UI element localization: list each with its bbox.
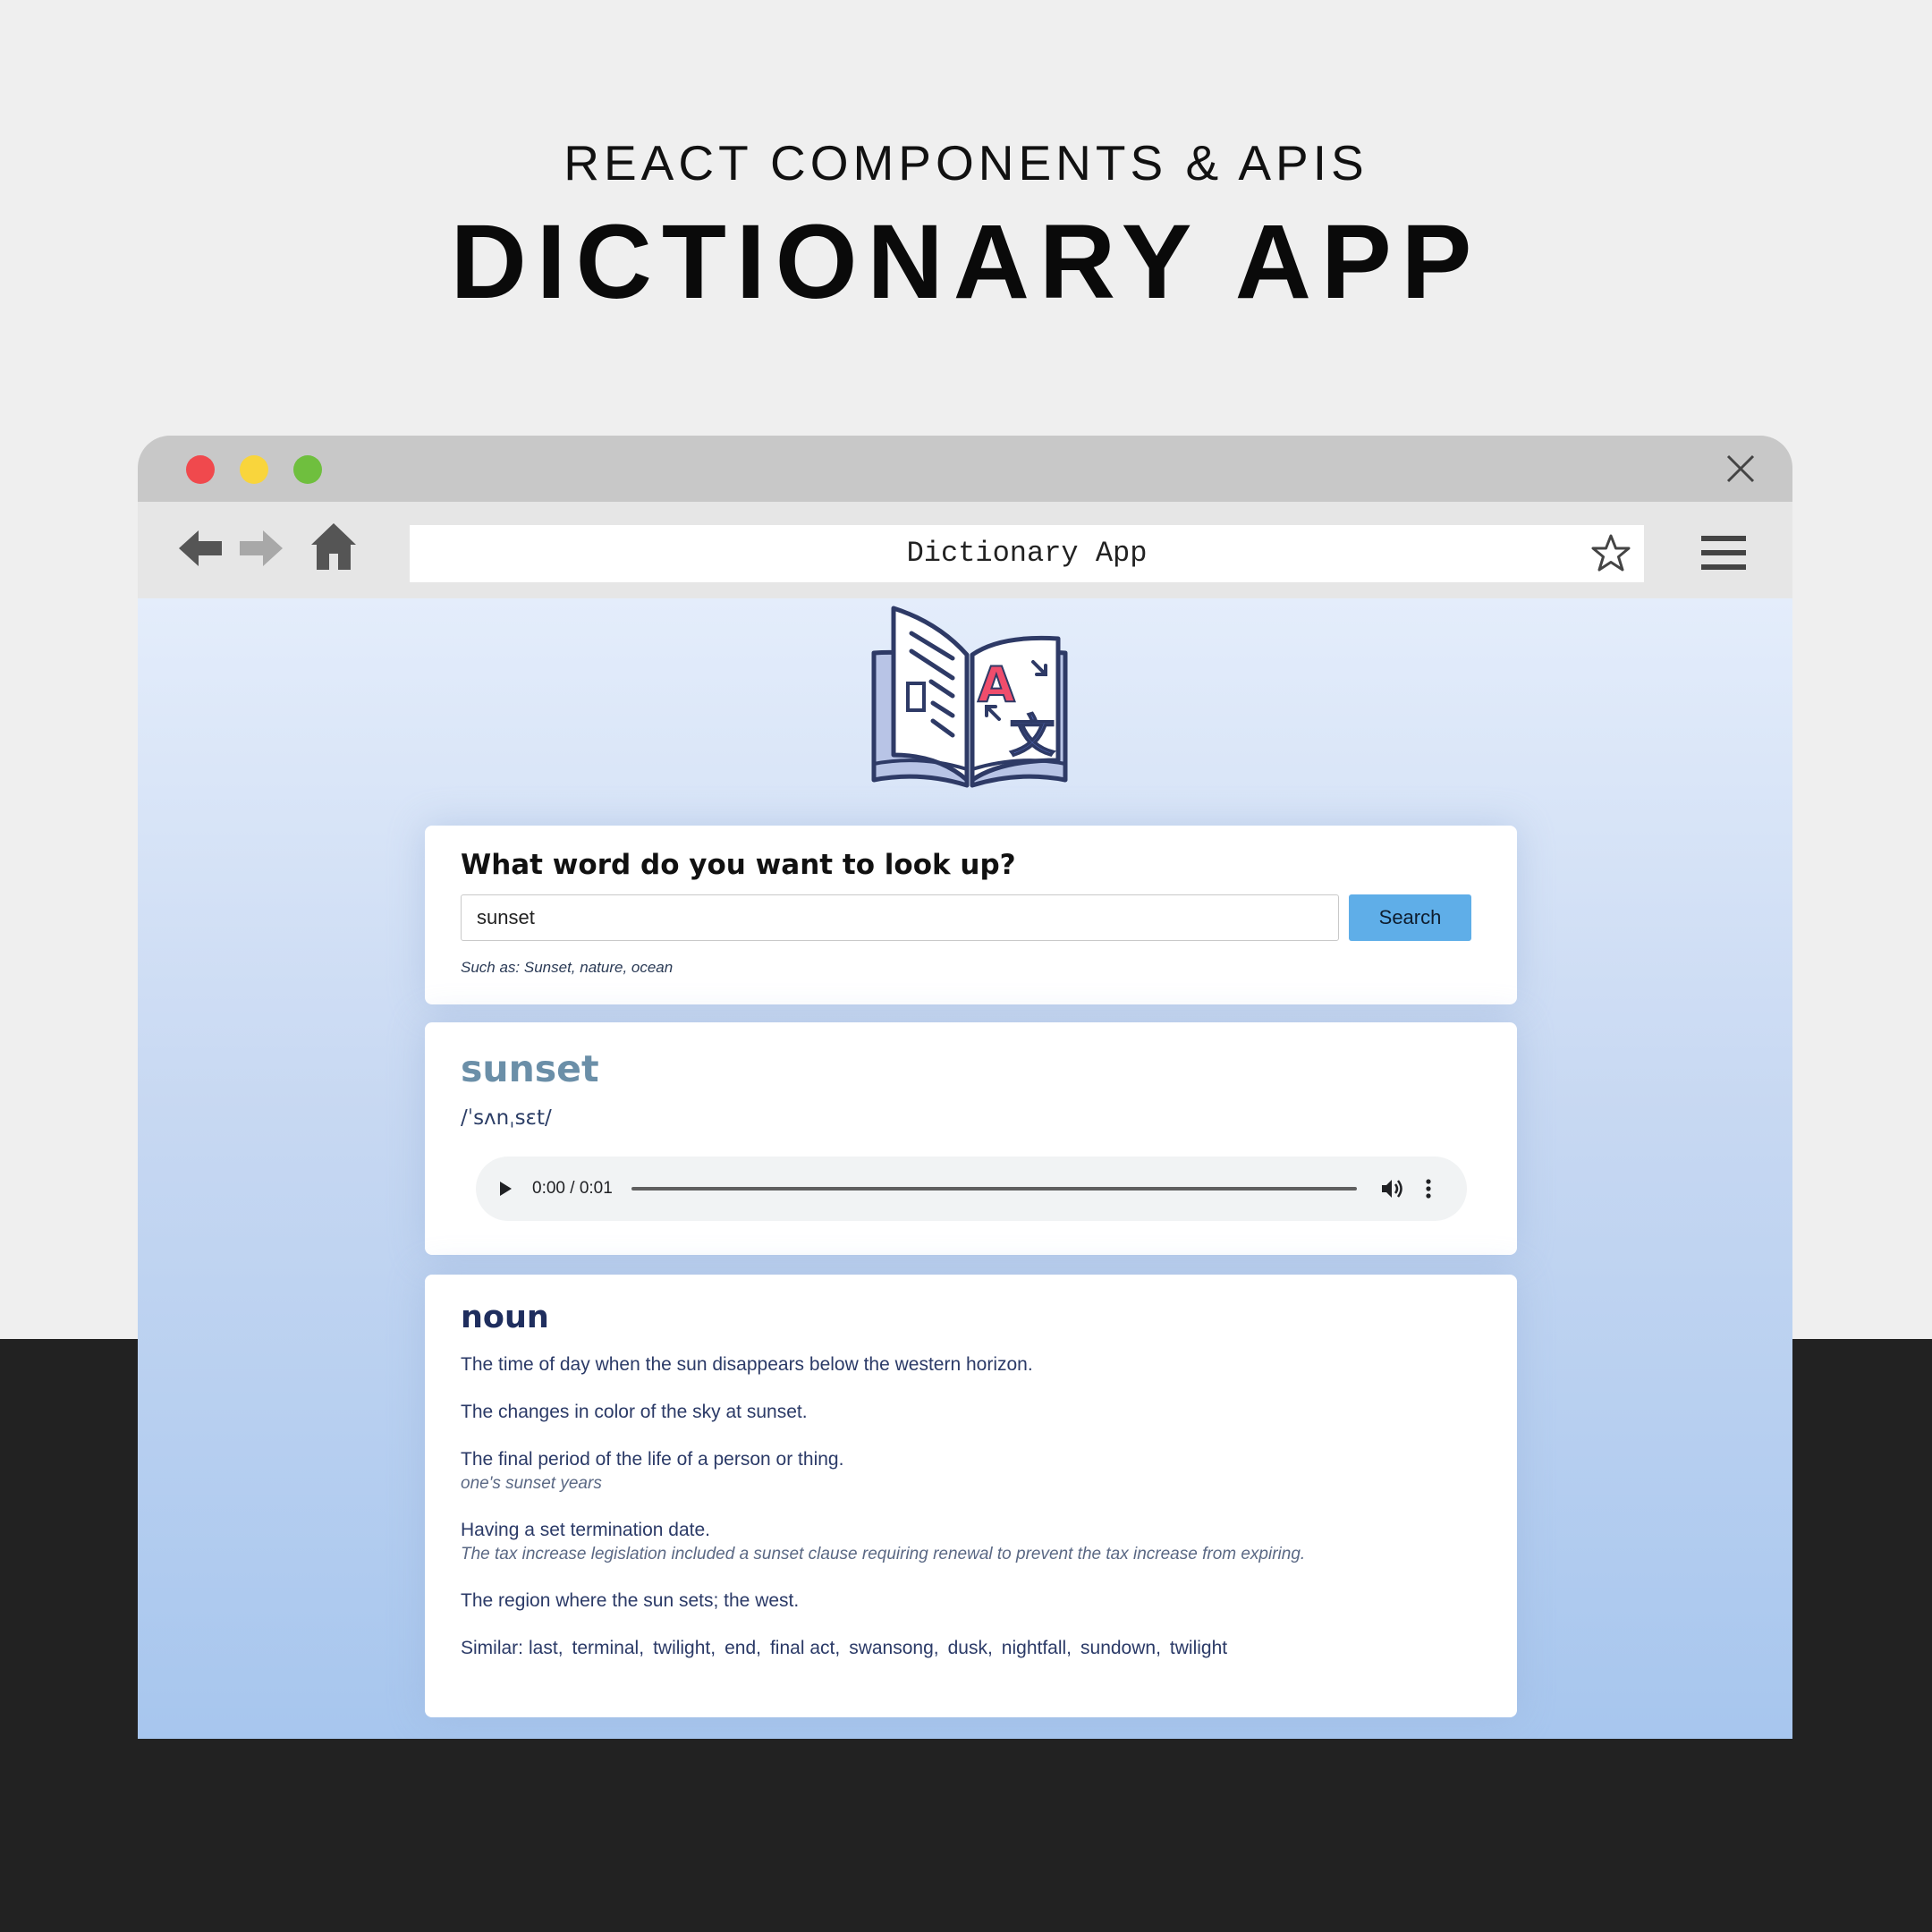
- definition-item: The time of day when the sun disappears …: [461, 1352, 1489, 1377]
- dictionary-book-logo: A 文: [871, 606, 1068, 788]
- similar-label: Similar:: [461, 1638, 524, 1658]
- volume-icon[interactable]: [1381, 1178, 1404, 1199]
- audio-progress-track[interactable]: [631, 1187, 1357, 1191]
- word-card: sunset /ˈsʌnˌsɛt/ 0:00 / 0:01: [425, 1022, 1517, 1255]
- similar-word: dusk,: [947, 1638, 993, 1658]
- definition-list: The time of day when the sun disappears …: [461, 1352, 1489, 1661]
- definition-text: The time of day when the sun disappears …: [461, 1354, 1033, 1375]
- play-icon[interactable]: [497, 1181, 513, 1197]
- similar-word: last,: [529, 1638, 564, 1658]
- definition-example: one's sunset years: [461, 1474, 602, 1493]
- definition-item: The region where the sun sets; the west.: [461, 1589, 1489, 1614]
- similar-word: swansong,: [849, 1638, 939, 1658]
- back-arrow-icon[interactable]: [179, 529, 224, 568]
- search-hint: Such as: Sunset, nature, ocean: [461, 959, 674, 976]
- definition-item: The changes in color of the sky at sunse…: [461, 1400, 1489, 1425]
- similar-word: twilight,: [653, 1638, 716, 1658]
- close-window-dot[interactable]: [186, 455, 215, 484]
- phonetic-text: /ˈsʌnˌsɛt/: [461, 1106, 552, 1130]
- hero-subtitle: REACT COMPONENTS & APIS: [564, 135, 1368, 191]
- star-icon[interactable]: [1590, 533, 1631, 574]
- address-text: Dictionary App: [906, 537, 1148, 570]
- title-bar: [138, 436, 1792, 502]
- similar-words: Similar: last, terminal, twilight, end, final…: [461, 1636, 1489, 1661]
- search-card: What word do you want to look up? Search…: [425, 826, 1517, 1004]
- similar-word: end,: [724, 1638, 761, 1658]
- audio-time: 0:00 / 0:01: [532, 1179, 613, 1198]
- search-button[interactable]: Search: [1349, 894, 1471, 941]
- definition-item: The final period of the life of a person…: [461, 1447, 1489, 1496]
- more-options-icon[interactable]: [1424, 1178, 1433, 1199]
- part-of-speech: noun: [461, 1300, 549, 1335]
- similar-word: final act,: [769, 1638, 841, 1658]
- svg-text:A: A: [978, 657, 1015, 713]
- svg-text:文: 文: [1010, 710, 1055, 762]
- browser-window: Dictionary App A 文 What word do you want…: [138, 436, 1792, 1739]
- hamburger-menu-icon[interactable]: [1701, 534, 1746, 572]
- audio-player: 0:00 / 0:01: [476, 1157, 1467, 1221]
- similar-word: nightfall,: [1001, 1638, 1072, 1658]
- search-input[interactable]: [461, 894, 1339, 941]
- similar-word: twilight: [1169, 1638, 1228, 1658]
- similar-word: terminal,: [572, 1638, 645, 1658]
- hero-title: DICTIONARY APP: [450, 203, 1482, 321]
- maximize-window-dot[interactable]: [293, 455, 322, 484]
- address-bar[interactable]: Dictionary App: [410, 525, 1644, 582]
- close-icon[interactable]: [1724, 453, 1757, 485]
- result-word: sunset: [461, 1047, 599, 1090]
- definition-text: The region where the sun sets; the west.: [461, 1590, 800, 1611]
- home-icon[interactable]: [311, 521, 356, 572]
- page-content: A 文 What word do you want to look up? Se…: [138, 598, 1792, 1739]
- meaning-card: noun The time of day when the sun disapp…: [425, 1275, 1517, 1717]
- definition-text: Having a set termination date.: [461, 1520, 710, 1540]
- definition-item: Having a set termination date. The tax i…: [461, 1518, 1489, 1566]
- minimize-window-dot[interactable]: [240, 455, 268, 484]
- definition-example: The tax increase legislation included a …: [461, 1545, 1306, 1563]
- search-heading: What word do you want to look up?: [461, 849, 1016, 881]
- forward-arrow-icon[interactable]: [238, 529, 283, 568]
- definition-text: The final period of the life of a person…: [461, 1449, 844, 1470]
- similar-word: sundown,: [1080, 1638, 1161, 1658]
- definition-text: The changes in color of the sky at sunse…: [461, 1402, 808, 1422]
